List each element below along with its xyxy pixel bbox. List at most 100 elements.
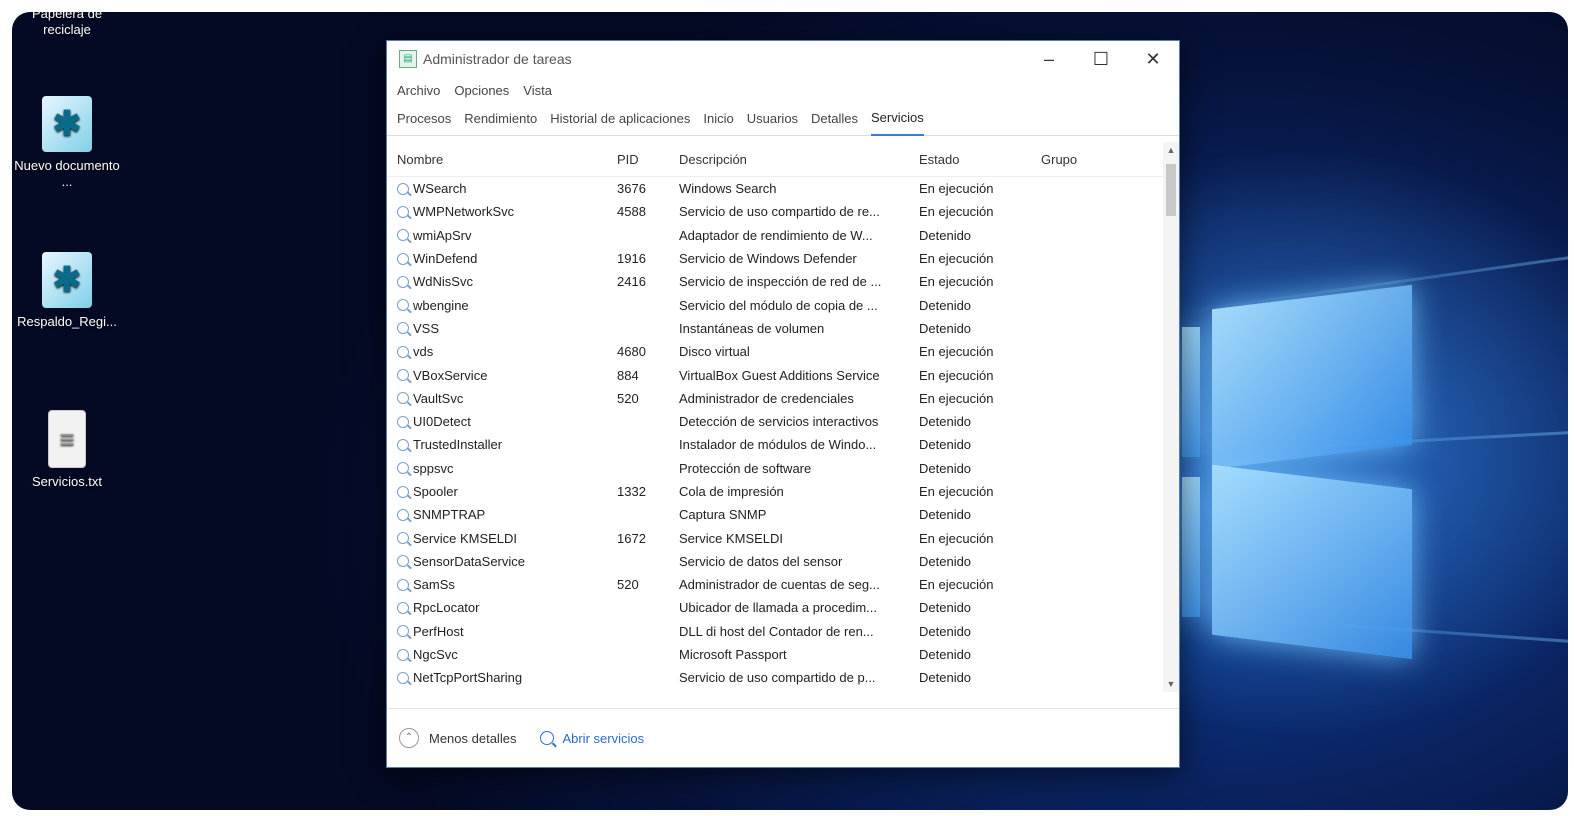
table-row[interactable]: SensorDataService Servicio de datos del s… [387,550,1179,573]
service-icon [397,625,409,638]
vertical-scrollbar[interactable]: ▲ ▼ [1163,142,1179,692]
service-name: VSS [413,320,440,336]
service-name: Spooler [413,484,458,499]
task-manager-icon: ▤ [399,50,417,68]
pid-cell: 520 [617,390,639,406]
state-cell: En ejecución [919,204,994,220]
state-cell: Detenido [919,320,972,336]
tab-inicio[interactable]: Inicio [703,103,733,135]
tab-usuarios[interactable]: Usuarios [747,103,798,135]
table-row[interactable]: wmiApSrv Adaptador de rendimiento de W...… [387,224,1179,247]
service-icon [397,438,409,451]
close-button[interactable]: ✕ [1127,41,1179,77]
minimize-button[interactable]: – [1023,41,1075,77]
less-details-button[interactable]: ⌃ Menos detalles [399,728,516,748]
table-row[interactable]: WSearch 3676 Windows Search En ejecución [387,177,1179,200]
desktop-icon-services-txt[interactable]: ≡ Servicios.txt [12,410,122,490]
state-cell: En ejecución [919,251,994,267]
table-row[interactable]: SamSs 520 Administrador de cuentas de seg.… [387,573,1179,596]
state-cell: Detenido [919,600,972,616]
desktop-icon-new-document[interactable]: ✱ Nuevo documento ... [12,96,122,190]
service-name: NetTcpPortSharing [413,670,523,686]
description-cell: Administrador de cuentas de seg... [679,577,880,593]
table-row[interactable]: WMPNetworkSvc 4588 Servicio de uso compart… [387,200,1179,223]
table-row[interactable]: WdNisSvc 2416 Servicio de inspección de re… [387,270,1179,293]
desktop-icon-registry-backup[interactable]: ✱ Respaldo_Regi... [12,252,122,330]
column-header-name[interactable]: Nombre [387,152,617,167]
column-header-group[interactable]: Grupo [1041,152,1151,167]
state-cell: En ejecución [919,367,994,383]
column-header-description[interactable]: Descripción [679,152,919,167]
state-cell: En ejecución [919,530,994,546]
description-cell: Detección de servicios interactivos [679,414,879,430]
service-name-cell: VSS [387,321,617,336]
desktop-icon-label: Servicios.txt [31,474,103,489]
desktop-icon-recycle-bin[interactable]: Papelera de reciclaje [12,12,122,38]
window-title: Administrador de tareas [423,51,572,67]
service-icon [397,205,409,218]
registry-file-icon: ✱ [42,96,92,152]
service-name-cell: PerfHost [387,624,617,639]
table-row[interactable]: NetTcpPortSharing Servicio de uso compart… [387,666,1179,689]
tab-detalles[interactable]: Detalles [811,103,858,135]
table-row[interactable]: NgcSvc Microsoft Passport Detenido [387,643,1179,666]
task-manager-window: ▤ Administrador de tareas – ☐ ✕ Archivo … [386,40,1180,768]
table-row[interactable]: TrustedInstaller Instalador de módulos de… [387,433,1179,456]
tab-servicios[interactable]: Servicios [871,102,924,136]
title-bar[interactable]: ▤ Administrador de tareas – ☐ ✕ [387,41,1179,77]
service-icon [397,345,409,358]
table-row[interactable]: sppsvc Protección de software Detenido [387,457,1179,480]
table-row[interactable]: VSS Instantáneas de volumen Detenido [387,317,1179,340]
table-row[interactable]: NetlogonNet LogonDetenido [387,690,1179,693]
table-row[interactable]: Service KMSELDI 1672 Service KMSELDI En eje… [387,526,1179,549]
scroll-down-icon[interactable]: ▼ [1163,676,1179,692]
service-name: WSearch [413,181,467,197]
menu-opciones[interactable]: Opciones [454,83,509,98]
column-header-pid[interactable]: PID [617,152,679,167]
table-row[interactable]: PerfHost DLL di host del Contador de ren.… [387,620,1179,643]
service-name: vds [413,344,434,360]
service-name: VBoxService [413,367,488,383]
service-name-cell: Service KMSELDI [387,531,617,546]
description-cell: Servicio de Windows Defender [679,251,857,267]
service-name-cell: WinDefend [387,251,617,266]
description-cell: Instantáneas de volumen [679,320,825,336]
text-file-icon: ≡ [48,410,86,468]
table-row[interactable]: WinDefend 1916 Servicio de Windows Defende… [387,247,1179,270]
state-cell: Detenido [919,553,972,569]
tab-historial[interactable]: Historial de aplicaciones [550,103,690,135]
service-name-cell: wmiApSrv [387,228,617,243]
footer-bar: ⌃ Menos detalles Abrir servicios [387,708,1179,767]
state-cell: Detenido [919,670,972,686]
open-services-link[interactable]: Abrir servicios [540,731,644,746]
scroll-thumb[interactable] [1166,164,1176,216]
service-name-cell: Spooler [387,484,617,499]
service-name-cell: UI0Detect [387,414,617,429]
pid-cell: 2416 [617,274,646,290]
description-cell: Protección de software [679,460,812,476]
table-row[interactable]: VBoxService 884 VirtualBox Guest Additions… [387,363,1179,386]
description-cell: Instalador de módulos de Windo... [679,437,877,453]
scroll-up-icon[interactable]: ▲ [1163,142,1179,158]
maximize-button[interactable]: ☐ [1075,41,1127,77]
service-icon [397,555,409,568]
service-name: WMPNetworkSvc [413,204,515,220]
table-row[interactable]: RpcLocator Ubicador de llamada a procedim… [387,596,1179,619]
table-row[interactable]: UI0Detect Detección de servicios interact… [387,410,1179,433]
menu-archivo[interactable]: Archivo [397,83,440,98]
description-cell: Servicio de inspección de red de ... [679,274,882,290]
tab-procesos[interactable]: Procesos [397,103,451,135]
table-row[interactable]: VaultSvc 520 Administrador de credenciales… [387,387,1179,410]
table-row[interactable]: vds 4680 Disco virtual En ejecución [387,340,1179,363]
menu-vista[interactable]: Vista [523,83,552,98]
table-row[interactable]: Spooler 1332 Cola de impresión En ejecución [387,480,1179,503]
description-cell: Windows Search [679,181,777,197]
state-cell: Detenido [919,414,972,430]
table-row[interactable]: SNMPTRAP Captura SNMP Detenido [387,503,1179,526]
table-row[interactable]: wbengine Servicio del módulo de copia de … [387,293,1179,316]
state-cell: En ejecución [919,274,994,290]
column-header-state[interactable]: Estado [919,152,1041,167]
description-cell: DLL di host del Contador de ren... [679,623,874,639]
tab-rendimiento[interactable]: Rendimiento [464,103,537,135]
description-cell: Servicio de uso compartido de p... [679,670,876,686]
